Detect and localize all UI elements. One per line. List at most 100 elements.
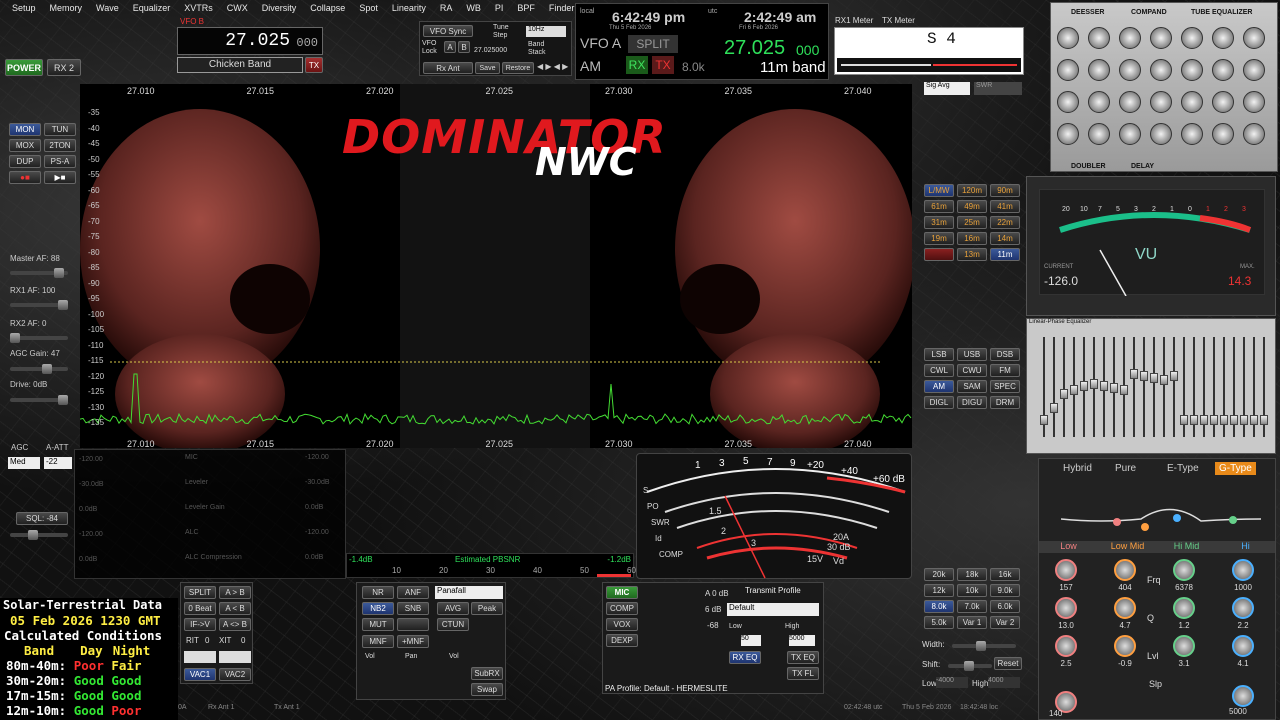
band-61m[interactable]: 61m [924, 200, 954, 213]
plus-mnf-button[interactable]: +MNF [397, 635, 429, 648]
band-blank[interactable] [924, 248, 954, 261]
record-button[interactable]: ●■ [9, 171, 41, 184]
eq-fader-knob[interactable] [1170, 371, 1178, 381]
eq-fader-knob[interactable] [1090, 379, 1098, 389]
band-31m[interactable]: 31m [924, 216, 954, 229]
zero-beat-button[interactable]: 0 Beat [184, 602, 216, 615]
mode-digl[interactable]: DIGL [924, 396, 954, 409]
menu-item-pi[interactable]: PI [489, 3, 510, 13]
menu-item-diversity[interactable]: Diversity [256, 3, 303, 13]
xit-input[interactable] [219, 651, 251, 663]
rack-knob[interactable] [1088, 27, 1110, 49]
b-to-a-button[interactable]: A < B [219, 602, 251, 615]
panadapter[interactable]: DOMINATOR NWC [80, 84, 912, 448]
filter-10k[interactable]: 10k [957, 584, 987, 597]
rack-knob[interactable] [1057, 91, 1079, 113]
eq-band-hi[interactable]: Hi [1216, 541, 1275, 553]
filter-var1[interactable]: Var 1 [957, 616, 987, 629]
menu-item-collapse[interactable]: Collapse [304, 3, 351, 13]
swap-ab-button[interactable]: A <> B [219, 618, 251, 631]
eq-fader-knob[interactable] [1230, 415, 1238, 425]
band-41m[interactable]: 41m [990, 200, 1020, 213]
rack-knob[interactable] [1057, 27, 1079, 49]
vfo-b-tx-button[interactable]: TX [305, 57, 323, 73]
eq-fader-knob[interactable] [1140, 371, 1148, 381]
rx2-af-slider[interactable] [10, 333, 68, 343]
eq-fader-knob[interactable] [1110, 383, 1118, 393]
menu-item-wave[interactable]: Wave [90, 3, 125, 13]
rack-knob[interactable] [1119, 59, 1141, 81]
eq-slope-knob-high[interactable] [1232, 685, 1254, 707]
tune-step-select[interactable]: 10Hz [526, 26, 566, 37]
sql-slider[interactable] [10, 530, 68, 540]
rack-knob[interactable] [1212, 91, 1234, 113]
rack-knob[interactable] [1212, 27, 1234, 49]
tun-button[interactable]: TUN [44, 123, 76, 136]
rack-knob[interactable] [1088, 123, 1110, 145]
tx-eq-button[interactable]: TX EQ [787, 651, 819, 664]
swap-button[interactable]: Swap [471, 683, 503, 696]
swr-select[interactable]: SWR [974, 82, 1022, 95]
sig-avg-select[interactable]: Sig Avg [924, 82, 970, 95]
filter-18k[interactable]: 18k [957, 568, 987, 581]
eq-knob[interactable] [1173, 635, 1195, 657]
shift-reset-button[interactable]: Reset [994, 657, 1022, 670]
eq-fader-knob[interactable] [1060, 389, 1068, 399]
anf-button[interactable]: ANF [397, 586, 429, 599]
band-120m[interactable]: 120m [957, 184, 987, 197]
eq-fader-knob[interactable] [1200, 415, 1208, 425]
mode-cwl[interactable]: CWL [924, 364, 954, 377]
mute-button[interactable]: MUT [362, 618, 394, 631]
filter-80k[interactable]: 8.0k [924, 600, 954, 613]
mnf-button[interactable]: MNF [362, 635, 394, 648]
rack-knob[interactable] [1181, 91, 1203, 113]
mode-spec[interactable]: SPEC [990, 380, 1020, 393]
menu-item-equalizer[interactable]: Equalizer [127, 3, 177, 13]
mode-digu[interactable]: DIGU [957, 396, 987, 409]
display-mode-select[interactable]: Panafall [435, 586, 503, 599]
shift-slider[interactable] [948, 661, 992, 671]
rx2-button[interactable]: RX 2 [47, 59, 81, 76]
band-14m[interactable]: 14m [990, 232, 1020, 245]
eq-knob[interactable] [1055, 559, 1077, 581]
nb2-button[interactable]: NB2 [362, 602, 394, 615]
rack-knob[interactable] [1119, 123, 1141, 145]
band-19m[interactable]: 19m [924, 232, 954, 245]
rack-knob[interactable] [1212, 59, 1234, 81]
eq-knob[interactable] [1055, 635, 1077, 657]
menu-item-wb[interactable]: WB [460, 3, 487, 13]
tx-low-input[interactable]: 50 [741, 635, 761, 646]
eq-type-pure[interactable]: Pure [1111, 462, 1140, 475]
rack-knob[interactable] [1150, 59, 1172, 81]
eq-fader-knob[interactable] [1240, 415, 1248, 425]
eq-fader-knob[interactable] [1250, 415, 1258, 425]
mox-button[interactable]: MOX [9, 139, 41, 152]
power-button[interactable]: POWER [5, 59, 43, 76]
band-90m[interactable]: 90m [990, 184, 1020, 197]
eq-knob[interactable] [1173, 559, 1195, 581]
rack-knob[interactable] [1212, 123, 1234, 145]
low-cut-input[interactable]: -4000 [936, 677, 968, 688]
vfo-a-frequency[interactable]: 27.025 [724, 37, 785, 60]
rack-knob[interactable] [1150, 91, 1172, 113]
band-25m[interactable]: 25m [957, 216, 987, 229]
mode-cwu[interactable]: CWU [957, 364, 987, 377]
ctun-button[interactable]: CTUN [437, 618, 469, 631]
mode-dsb[interactable]: DSB [990, 348, 1020, 361]
eq-fader-knob[interactable] [1180, 415, 1188, 425]
rack-knob[interactable] [1243, 27, 1265, 49]
rx1-af-slider[interactable] [10, 300, 68, 310]
dup-button[interactable]: DUP [9, 155, 41, 168]
eq-knob[interactable] [1232, 559, 1254, 581]
mode-fm[interactable]: FM [990, 364, 1020, 377]
menu-item-linearity[interactable]: Linearity [386, 3, 432, 13]
filter-60k[interactable]: 6.0k [990, 600, 1020, 613]
agc-mode-select[interactable]: Med [8, 457, 40, 469]
eq-knob[interactable] [1114, 597, 1136, 619]
rx-ant-button[interactable]: Rx Ant [423, 62, 473, 74]
vac2-button[interactable]: VAC2 [219, 668, 251, 681]
rack-knob[interactable] [1150, 27, 1172, 49]
sql-button[interactable]: SQL: -84 [16, 512, 68, 525]
eq-type-gtype[interactable]: G-Type [1215, 462, 1256, 475]
play-button[interactable]: ▶■ [44, 171, 76, 184]
